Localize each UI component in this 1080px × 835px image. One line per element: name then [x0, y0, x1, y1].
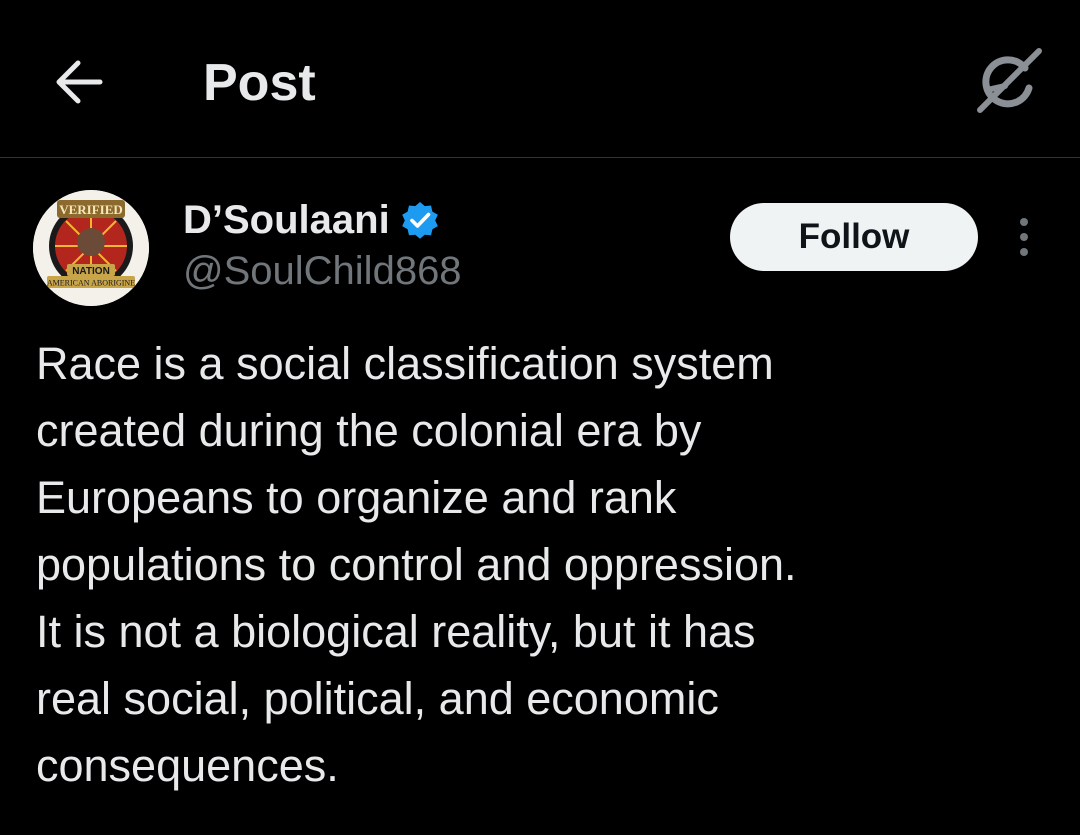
- display-name[interactable]: D’Soulaani: [183, 195, 390, 245]
- follow-button[interactable]: Follow: [730, 203, 978, 271]
- post-text-line: Race is a social classification system: [36, 338, 774, 389]
- verified-badge-icon: [401, 202, 438, 239]
- verified-nation-badge-avatar: VERIFIED NATION AMERICAN ABORIGINE: [33, 190, 149, 306]
- post-text-line: real social, political, and economic: [36, 673, 719, 724]
- avatar-text-bottom: AMERICAN ABORIGINE: [47, 279, 135, 288]
- top-bar: Post: [0, 0, 1080, 158]
- avatar[interactable]: VERIFIED NATION AMERICAN ABORIGINE: [33, 190, 149, 306]
- back-button[interactable]: [48, 52, 108, 112]
- avatar-text-mid: NATION: [72, 266, 110, 277]
- page-title: Post: [203, 54, 316, 112]
- more-vertical-icon: [1020, 218, 1028, 256]
- post-text: Race is a social classification system c…: [36, 330, 1046, 799]
- arrow-left-icon: [56, 60, 103, 104]
- grok-button[interactable]: [973, 46, 1045, 118]
- author-name-row[interactable]: D’Soulaani: [183, 195, 440, 245]
- post-text-line: populations to control and oppression.: [36, 539, 797, 590]
- post-text-line: consequences.: [36, 740, 339, 791]
- post-text-line: created during the colonial era by: [36, 405, 702, 456]
- user-handle[interactable]: @SoulChild868: [183, 246, 462, 296]
- post-text-line: It is not a biological reality, but it h…: [36, 606, 756, 657]
- avatar-text-top: VERIFIED: [59, 202, 123, 217]
- grok-icon: [977, 48, 1042, 113]
- more-options-button[interactable]: [1004, 212, 1044, 262]
- post-text-line: Europeans to organize and rank: [36, 472, 677, 523]
